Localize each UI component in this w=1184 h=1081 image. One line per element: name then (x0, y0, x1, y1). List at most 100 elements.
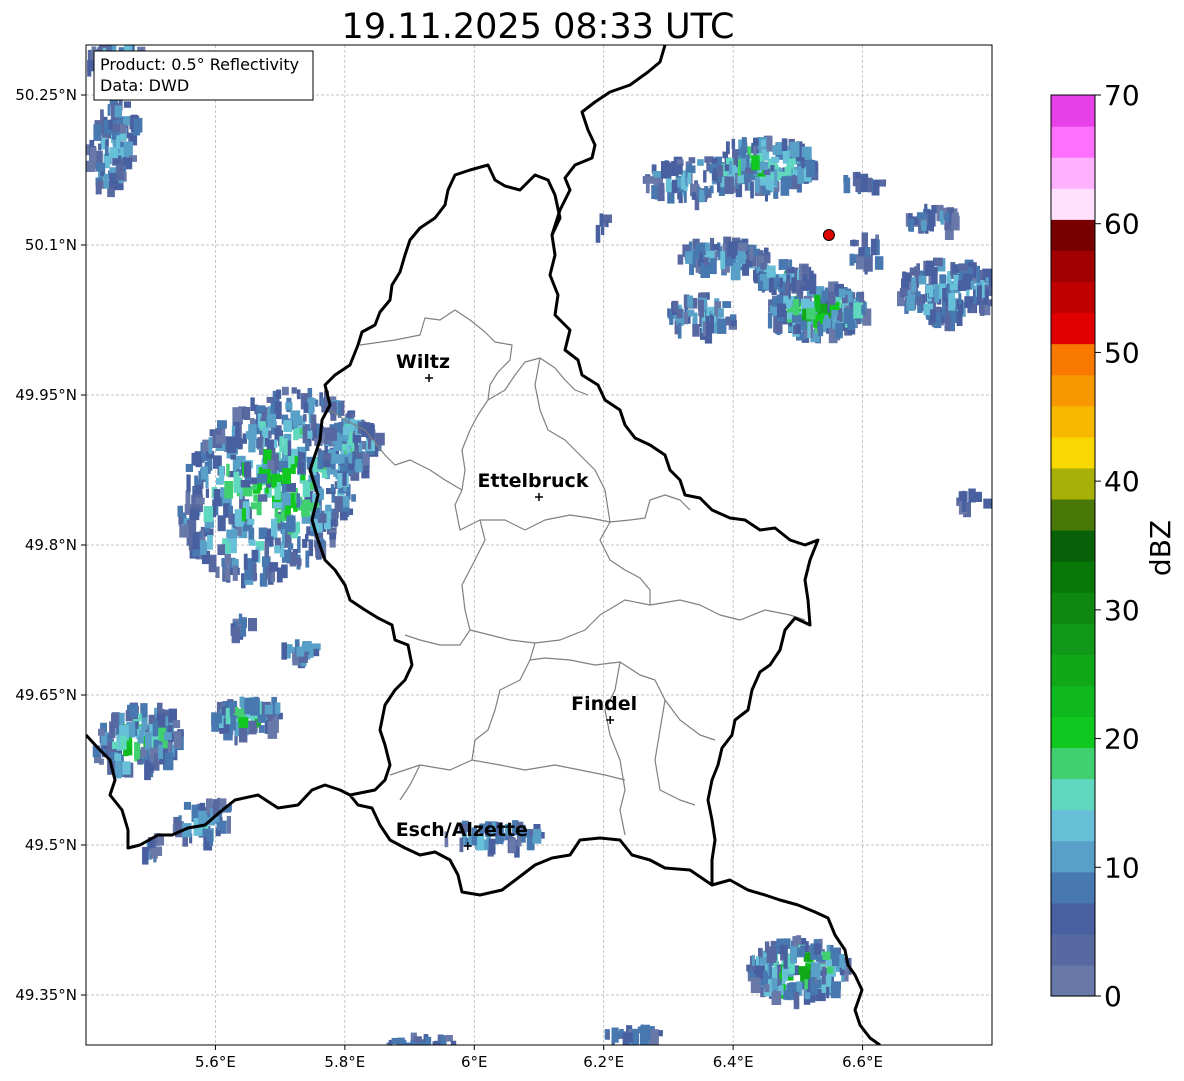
echo-pixel (956, 312, 963, 326)
echo-pixel (697, 159, 704, 166)
echo-pixel (985, 277, 989, 286)
echo-pixel (724, 176, 734, 195)
echo-pixel (107, 104, 111, 116)
colorbar-tick-label: 60 (1104, 208, 1140, 241)
echo-pixel (414, 1036, 422, 1043)
echo-pixel (930, 309, 936, 323)
echo-pixel (233, 471, 240, 489)
echo-pixel (98, 143, 102, 151)
colorbar-segment (1051, 747, 1095, 780)
echo-pixel (123, 101, 131, 108)
radar-site-marker[interactable] (822, 229, 835, 241)
echo-pixel (782, 966, 786, 984)
echo-pixel (692, 324, 700, 337)
echo-pixel (245, 486, 253, 497)
lon-tick-label: 6°E (461, 1053, 488, 1071)
echo-pixel (948, 293, 956, 311)
echo-pixel (302, 480, 310, 497)
colorbar-tick-label: 10 (1104, 851, 1140, 884)
echo-pixel (772, 306, 777, 317)
echo-pixel (737, 242, 748, 252)
echo-pixel (114, 760, 122, 779)
lon-tick-label: 5.6°E (195, 1053, 236, 1071)
echo-pixel (940, 218, 944, 225)
echo-pixel (257, 473, 268, 484)
echo-pixel (706, 157, 710, 172)
echo-pixel (296, 646, 305, 657)
echo-pixel (152, 721, 159, 737)
echo-pixel (672, 300, 679, 313)
echo-pixel (277, 513, 281, 524)
echo-pixel (362, 453, 370, 466)
echo-pixel (194, 451, 201, 463)
echo-pixel (244, 568, 253, 580)
echo-pixel (388, 1039, 392, 1045)
echo-pixel (683, 189, 687, 203)
colorbar-segment (1051, 933, 1095, 966)
echo-pixel (271, 474, 277, 488)
echo-pixel (137, 735, 144, 744)
echo-pixel (289, 552, 296, 567)
echo-pixel (643, 1034, 650, 1045)
echo-pixel (780, 178, 790, 196)
echo-pixel (207, 534, 213, 550)
data-source-text: Data: DWD (100, 76, 189, 95)
colorbar-ticks: 0 10 20 30 40 50 60 70 (1095, 79, 1140, 1013)
lat-tick-label: 49.65°N (15, 686, 77, 704)
echo-pixel (791, 314, 801, 323)
echo-pixel (595, 224, 601, 243)
echo-pixel (217, 420, 227, 429)
echo-pixel (172, 720, 181, 729)
echo-pixel (856, 255, 865, 270)
echo-pixel (767, 312, 773, 329)
echo-pixel (391, 1037, 400, 1045)
echo-pixel (741, 137, 747, 154)
echo-pixel (826, 986, 830, 999)
echo-pixel (303, 414, 307, 422)
echo-pixel (351, 434, 362, 443)
echo-pixel (908, 218, 914, 232)
echo-pixel (330, 484, 334, 492)
echo-pixel (281, 642, 287, 660)
echo-pixel (731, 138, 736, 149)
echo-pixel (351, 494, 356, 502)
echo-pixel (315, 399, 319, 407)
echo-pixel (658, 182, 665, 191)
echo-pixel (788, 259, 793, 269)
echo-pixel (331, 512, 339, 518)
echo-pixel (201, 828, 210, 837)
echo-pixel (201, 466, 208, 480)
echo-pixel (158, 730, 165, 742)
echo-pixel (296, 415, 303, 424)
echo-pixel (764, 984, 770, 993)
echo-pixel (185, 463, 193, 472)
echo-pixel (329, 532, 337, 540)
echo-pixel (339, 464, 346, 473)
echo-pixel (149, 848, 158, 859)
echo-pixel (820, 303, 828, 314)
echo-pixel (367, 436, 372, 450)
echo-pixel (709, 314, 714, 331)
echo-pixel (209, 830, 213, 846)
echo-pixel (95, 162, 106, 172)
echo-pixel (934, 285, 940, 303)
echo-pixel (916, 212, 926, 220)
map-title: 19.11.2025 08:33 UTC (342, 7, 735, 47)
echo-pixel (677, 254, 684, 265)
echo-pixel (532, 829, 542, 844)
echo-pixel (488, 838, 496, 855)
echo-pixel (909, 267, 917, 276)
echo-pixel (296, 521, 301, 534)
echo-pixel (818, 324, 824, 337)
echo-pixel (239, 696, 245, 708)
echo-pixel (847, 319, 856, 330)
echo-pixel (183, 801, 191, 810)
echo-pixel (282, 468, 291, 484)
echo-pixel (783, 990, 792, 1000)
echo-pixel (861, 232, 868, 248)
colorbar-segment (1051, 561, 1095, 593)
echo-pixel (250, 502, 258, 510)
lon-tick-label: 6.2°E (583, 1053, 624, 1071)
echo-pixel (826, 945, 830, 953)
echo-pixel (238, 717, 249, 728)
